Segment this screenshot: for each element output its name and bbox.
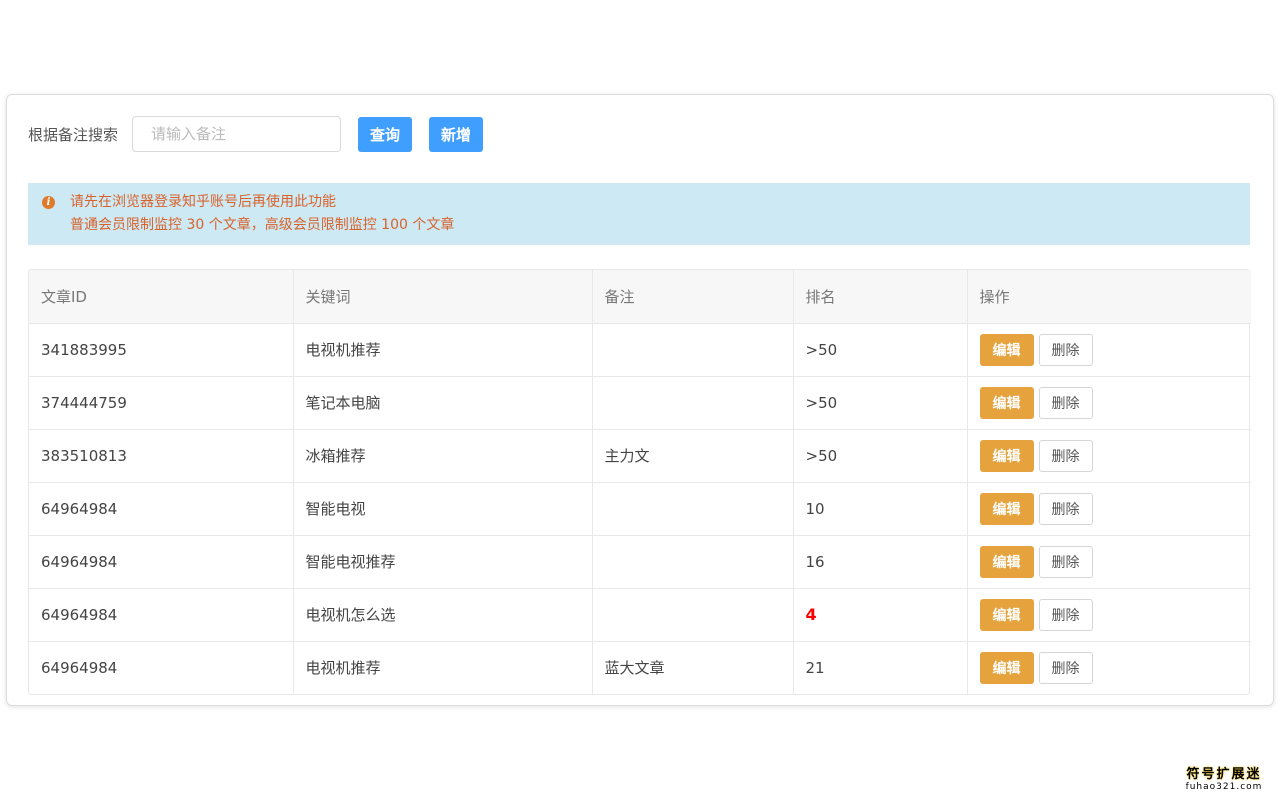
delete-button[interactable]: 删除 — [1038, 439, 1093, 472]
alert-text: 请先在浏览器登录知乎账号后再使用此功能 普通会员限制监控 30 个文章，高级会员… — [70, 191, 454, 237]
header-actions: 操作 — [967, 270, 1251, 324]
cell-actions: 编辑 删除 — [967, 376, 1251, 430]
cell-keyword: 笔记本电脑 — [293, 376, 593, 430]
cell-rank: >50 — [793, 429, 968, 483]
cell-note — [592, 482, 794, 536]
header-note: 备注 — [592, 270, 794, 324]
cell-actions: 编辑 删除 — [967, 323, 1251, 377]
cell-keyword: 智能电视推荐 — [293, 535, 593, 589]
edit-button[interactable]: 编辑 — [979, 386, 1034, 419]
cell-article-id: 383510813 — [29, 429, 294, 483]
delete-button[interactable]: 删除 — [1038, 651, 1093, 684]
watermark-url: fuhao321.com — [1185, 782, 1263, 792]
cell-rank: 21 — [793, 641, 968, 694]
cell-article-id: 64964984 — [29, 535, 294, 589]
cell-note — [592, 588, 794, 642]
edit-button[interactable]: 编辑 — [979, 598, 1034, 631]
query-button[interactable]: 查询 — [358, 116, 413, 152]
delete-button[interactable]: 删除 — [1038, 492, 1093, 525]
cell-actions: 编辑 删除 — [967, 641, 1251, 694]
info-icon: i — [42, 196, 55, 209]
cell-rank: 16 — [793, 535, 968, 589]
delete-button[interactable]: 删除 — [1038, 598, 1093, 631]
cell-note: 主力文 — [592, 429, 794, 483]
info-alert: i 请先在浏览器登录知乎账号后再使用此功能 普通会员限制监控 30 个文章，高级… — [28, 183, 1250, 245]
main-card: 根据备注搜索 查询 新增 i 请先在浏览器登录知乎账号后再使用此功能 普通会员限… — [6, 94, 1274, 706]
table-row: 341883995 电视机推荐 >50 编辑 删除 — [29, 323, 1251, 377]
cell-note — [592, 376, 794, 430]
edit-button[interactable]: 编辑 — [979, 545, 1034, 578]
watermark-logo: 符号扩展迷 fuhao321.com — [1182, 763, 1266, 792]
article-table: 文章ID 关键词 备注 排名 操作 341883995 电视机推荐 >50 编辑 删除 3… — [28, 269, 1251, 695]
edit-button[interactable]: 编辑 — [979, 492, 1034, 525]
cell-keyword: 冰箱推荐 — [293, 429, 593, 483]
alert-line-1: 请先在浏览器登录知乎账号后再使用此功能 — [70, 194, 336, 210]
cell-article-id: 64964984 — [29, 588, 294, 642]
table-row: 64964984 电视机推荐 蓝大文章 21 编辑 删除 — [29, 641, 1251, 694]
search-input[interactable] — [132, 116, 342, 152]
cell-keyword: 电视机推荐 — [293, 641, 593, 694]
cell-rank: 10 — [793, 482, 968, 536]
cell-keyword: 电视机推荐 — [293, 323, 593, 377]
cell-keyword: 电视机怎么选 — [293, 588, 593, 642]
add-button[interactable]: 新增 — [429, 116, 484, 152]
header-keyword: 关键词 — [293, 270, 593, 324]
cell-article-id: 374444759 — [29, 376, 294, 430]
cell-article-id: 64964984 — [29, 641, 294, 694]
cell-actions: 编辑 删除 — [967, 429, 1251, 483]
search-toolbar: 根据备注搜索 查询 新增 — [28, 116, 484, 152]
edit-button[interactable]: 编辑 — [979, 651, 1034, 684]
table-row: 383510813 冰箱推荐 主力文 >50 编辑 删除 — [29, 429, 1251, 483]
delete-button[interactable]: 删除 — [1038, 333, 1093, 366]
alert-line-2: 普通会员限制监控 30 个文章，高级会员限制监控 100 个文章 — [70, 217, 455, 233]
search-label: 根据备注搜索 — [28, 125, 119, 144]
cell-rank: >50 — [793, 376, 968, 430]
cell-rank: >50 — [793, 323, 968, 377]
cell-note — [592, 535, 794, 589]
cell-keyword: 智能电视 — [293, 482, 593, 536]
header-article-id: 文章ID — [29, 270, 294, 324]
table-row: 64964984 智能电视推荐 16 编辑 删除 — [29, 535, 1251, 589]
delete-button[interactable]: 删除 — [1038, 545, 1093, 578]
watermark-title: 符号扩展迷 — [1186, 767, 1262, 782]
table-row: 374444759 笔记本电脑 >50 编辑 删除 — [29, 376, 1251, 430]
edit-button[interactable]: 编辑 — [979, 439, 1034, 472]
cell-article-id: 64964984 — [29, 482, 294, 536]
cell-note: 蓝大文章 — [592, 641, 794, 694]
cell-actions: 编辑 删除 — [967, 535, 1251, 589]
cell-note — [592, 323, 794, 377]
cell-rank: 4 — [793, 588, 968, 642]
edit-button[interactable]: 编辑 — [979, 333, 1034, 366]
table-row: 64964984 智能电视 10 编辑 删除 — [29, 482, 1251, 536]
cell-actions: 编辑 删除 — [967, 482, 1251, 536]
header-rank: 排名 — [793, 270, 968, 324]
cell-article-id: 341883995 — [29, 323, 294, 377]
table-header-row: 文章ID 关键词 备注 排名 操作 — [29, 270, 1251, 324]
cell-actions: 编辑 删除 — [967, 588, 1251, 642]
delete-button[interactable]: 删除 — [1038, 386, 1093, 419]
table-row: 64964984 电视机怎么选 4 编辑 删除 — [29, 588, 1251, 642]
